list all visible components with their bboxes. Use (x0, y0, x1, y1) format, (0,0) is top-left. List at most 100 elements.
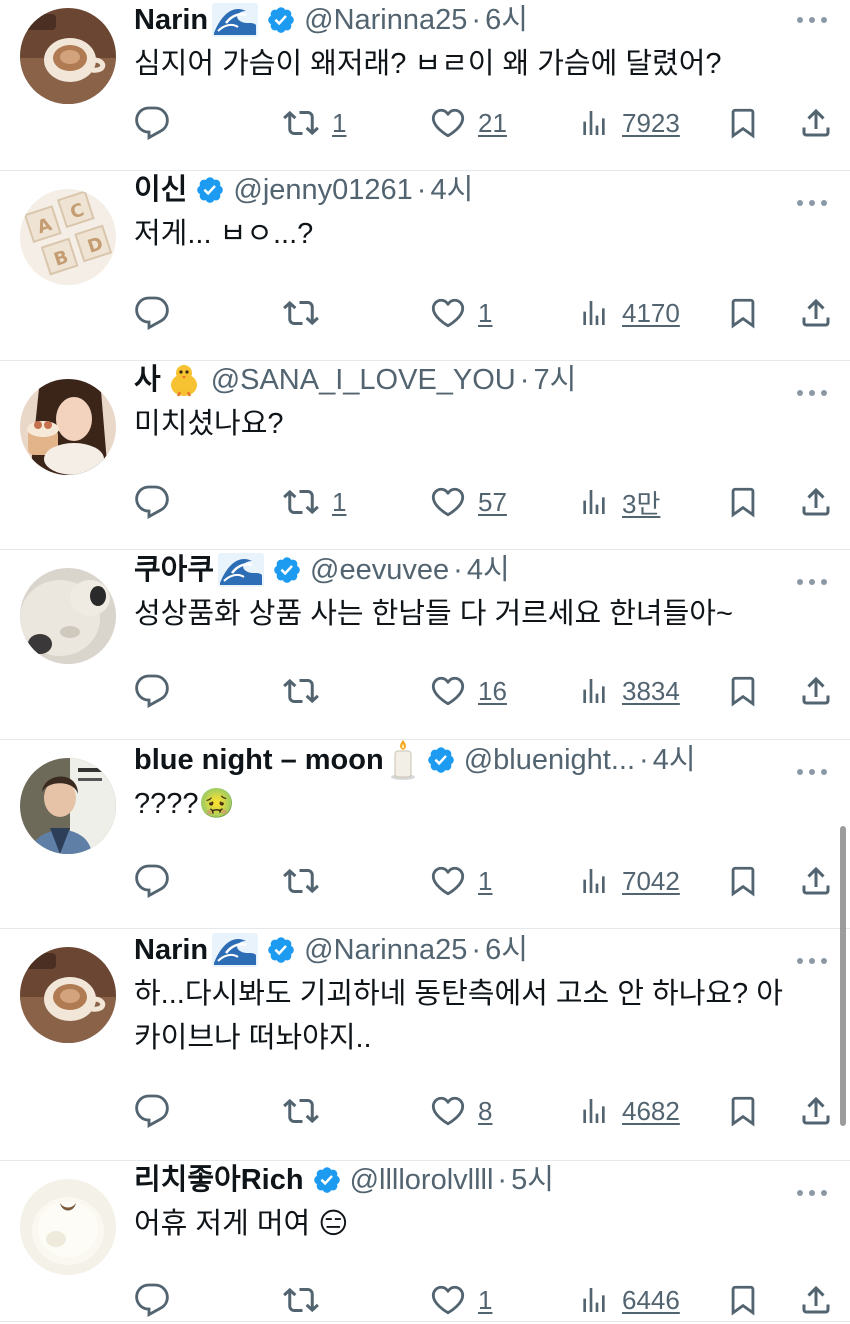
display-name[interactable]: 이신 (134, 168, 187, 212)
display-name[interactable]: 쿠아쿠 (134, 548, 214, 592)
bookmark-button[interactable] (726, 99, 760, 147)
retweet-button[interactable] (282, 857, 320, 905)
reply-button[interactable] (134, 1087, 170, 1135)
avatar[interactable] (20, 758, 116, 854)
retweet-icon (282, 105, 320, 141)
views-button[interactable]: 7923 (578, 99, 680, 147)
more-options-icon[interactable] (794, 947, 830, 975)
share-button[interactable] (798, 1276, 834, 1324)
user-handle[interactable]: @Narinna25 (304, 928, 467, 972)
retweet-button[interactable] (282, 289, 320, 337)
tweet-text: ????🤢 (134, 788, 235, 820)
more-options-icon[interactable] (794, 568, 830, 596)
like-button[interactable]: 1 (430, 289, 492, 337)
views-count: 6446 (622, 1284, 680, 1315)
like-button[interactable]: 16 (430, 667, 507, 715)
views-count: 4682 (622, 1095, 680, 1126)
tweet-reply[interactable]: Narin @Narinna25 · 6시 하...다시봐도 기괴하네 동탄측에서 고소… (0, 929, 850, 1161)
more-options-icon[interactable] (794, 758, 830, 786)
user-handle[interactable]: @llllorolvllll (350, 1158, 494, 1202)
bookmark-button[interactable] (726, 667, 760, 715)
display-name[interactable]: 리치좋아Rich (134, 1158, 304, 1202)
like-button[interactable]: 1 (430, 1276, 492, 1324)
timestamp[interactable]: 6시 (485, 0, 528, 42)
retweet-button[interactable] (282, 1087, 320, 1135)
like-button[interactable]: 21 (430, 99, 507, 147)
display-name[interactable]: Narin (134, 928, 208, 972)
display-name[interactable]: 사 (134, 358, 161, 402)
avatar[interactable] (20, 8, 116, 104)
tweet-reply[interactable]: 리치좋아Rich @llllorolvllll · 5시 어휴 저게 머여 😑 1 6446 (0, 1161, 850, 1322)
views-icon (578, 484, 610, 520)
tweet-reply[interactable]: 쿠아쿠 @eevuvee · 4시 성상품화 상품 사는 한남들 다 거르세요 한녀들아… (0, 550, 850, 740)
views-button[interactable]: 7042 (578, 857, 680, 905)
display-name[interactable]: blue night – moon (134, 738, 384, 782)
like-button[interactable]: 57 (430, 478, 507, 526)
share-icon (798, 672, 834, 710)
retweet-button[interactable]: 1 (282, 99, 346, 147)
avatar[interactable] (20, 568, 116, 664)
retweet-button[interactable] (282, 667, 320, 715)
timestamp[interactable]: 5시 (511, 1158, 554, 1202)
like-button[interactable]: 8 (430, 1087, 492, 1135)
avatar[interactable] (20, 1179, 116, 1275)
views-button[interactable]: 3만 (578, 478, 660, 526)
user-handle[interactable]: @eevuvee (310, 548, 449, 592)
tweet-reply[interactable]: 사 @SANA_I_LOVE_YOU · 7시 미치셨나요? 1 57 3만 (0, 361, 850, 550)
reply-button[interactable] (134, 857, 170, 905)
avatar[interactable] (20, 947, 116, 1043)
retweet-button[interactable] (282, 1276, 320, 1324)
retweet-button[interactable]: 1 (282, 478, 346, 526)
more-options-icon[interactable] (794, 379, 830, 407)
reply-button[interactable] (134, 1276, 170, 1324)
share-button[interactable] (798, 857, 834, 905)
views-button[interactable]: 4170 (578, 289, 680, 337)
bookmark-button[interactable] (726, 478, 760, 526)
share-button[interactable] (798, 667, 834, 715)
share-button[interactable] (798, 1087, 834, 1135)
verified-badge-icon[interactable] (426, 745, 456, 775)
display-name[interactable]: Narin (134, 0, 208, 42)
separator-dot: · (497, 1164, 508, 1196)
bookmark-button[interactable] (726, 857, 760, 905)
tweet-reply[interactable]: Narin @Narinna25 · 6시 심지어 가슴이 왜저래? ㅂㄹ이 왜 가슴에… (0, 0, 850, 171)
tweet-reply[interactable]: A C B D 이신 @jenny01261 · 4시 저게... ㅂㅇ...? 1 4170 (0, 171, 850, 361)
tweet-reply[interactable]: blue night – moon @bluenight... · 4시 ????🤢 1 7… (0, 740, 850, 929)
timestamp[interactable]: 6시 (485, 928, 528, 972)
timestamp[interactable]: 7시 (533, 358, 576, 402)
more-options-icon[interactable] (794, 6, 830, 34)
user-handle[interactable]: @SANA_I_LOVE_YOU (211, 358, 516, 402)
share-button[interactable] (798, 478, 834, 526)
bookmark-button[interactable] (726, 289, 760, 337)
user-handle[interactable]: @bluenight... (464, 738, 635, 782)
reply-icon (134, 295, 170, 331)
timestamp[interactable]: 4시 (653, 738, 696, 782)
user-handle[interactable]: @Narinna25 (304, 0, 467, 42)
user-handle[interactable]: @jenny01261 (233, 168, 412, 212)
more-options-icon[interactable] (794, 1179, 830, 1207)
timestamp[interactable]: 4시 (467, 548, 510, 592)
verified-badge-icon[interactable] (312, 1165, 342, 1195)
like-button[interactable]: 1 (430, 857, 492, 905)
verified-badge-icon[interactable] (272, 555, 302, 585)
reply-button[interactable] (134, 99, 170, 147)
share-button[interactable] (798, 99, 834, 147)
views-button[interactable]: 6446 (578, 1276, 680, 1324)
share-button[interactable] (798, 289, 834, 337)
views-button[interactable]: 4682 (578, 1087, 680, 1135)
share-icon (798, 1281, 834, 1319)
verified-badge-icon[interactable] (266, 5, 296, 35)
reply-button[interactable] (134, 289, 170, 337)
views-button[interactable]: 3834 (578, 667, 680, 715)
avatar[interactable]: ACBD (20, 189, 116, 285)
timestamp[interactable]: 4시 (430, 168, 473, 212)
bookmark-button[interactable] (726, 1087, 760, 1135)
verified-badge-icon[interactable] (195, 175, 225, 205)
avatar[interactable] (20, 379, 116, 475)
scrollbar[interactable] (840, 826, 846, 1126)
more-options-icon[interactable] (794, 189, 830, 217)
reply-button[interactable] (134, 667, 170, 715)
bookmark-button[interactable] (726, 1276, 760, 1324)
reply-button[interactable] (134, 478, 170, 526)
verified-badge-icon[interactable] (266, 935, 296, 965)
